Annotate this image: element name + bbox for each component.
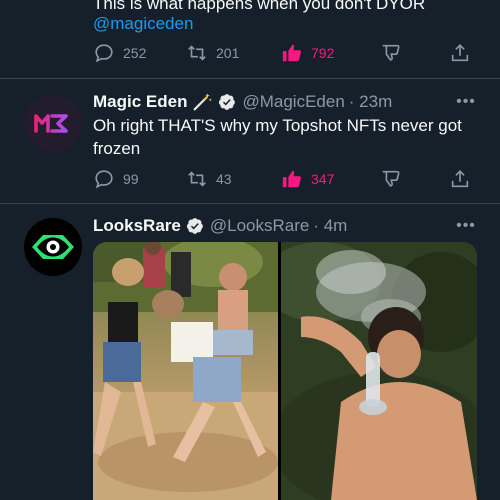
more-icon[interactable]: ••• (456, 92, 476, 112)
tweet-time[interactable]: · 23m (349, 92, 392, 112)
magiceden-tweet-actions: 99 43 347 (93, 166, 478, 192)
dislike-button[interactable] (380, 40, 402, 66)
looksrare-avatar[interactable] (24, 218, 82, 276)
author-name[interactable]: Magic Eden (93, 92, 187, 112)
reply-button[interactable]: 252 (93, 40, 146, 66)
reply-count: 252 (123, 45, 147, 61)
like-count: 792 (311, 45, 335, 61)
author-handle[interactable]: @LooksRare (210, 216, 309, 236)
tweet-time[interactable]: · 4m (313, 216, 347, 236)
share-button[interactable] (449, 166, 471, 192)
tweet-media[interactable] (93, 242, 477, 500)
tweet-divider (0, 78, 500, 79)
retweet-button[interactable]: 201 (186, 40, 239, 66)
author-handle[interactable]: @MagicEden (242, 92, 344, 112)
retweet-icon (188, 45, 206, 61)
tweet-divider (0, 203, 500, 204)
retweet-icon (188, 171, 206, 187)
reply-button[interactable]: 99 (93, 166, 139, 192)
dislike-icon (382, 44, 400, 61)
wand-icon (194, 93, 213, 111)
share-button[interactable] (449, 40, 471, 66)
magiceden-avatar[interactable] (24, 94, 82, 152)
media-photo-left[interactable] (93, 242, 278, 500)
dislike-icon (382, 170, 400, 187)
author-name[interactable]: LooksRare (93, 216, 181, 236)
like-icon (282, 170, 301, 188)
magiceden-tweet-text: Oh right THAT'S why my Topshot NFTs neve… (93, 116, 462, 158)
reply-icon (95, 44, 113, 63)
share-icon (451, 44, 469, 62)
retweet-count: 43 (216, 171, 232, 187)
magiceden-logo-icon (24, 94, 82, 152)
dislike-button[interactable] (380, 166, 402, 192)
fight-photo-illustration (93, 242, 278, 500)
reply-icon (95, 170, 113, 189)
looksrare-logo-icon (24, 218, 82, 276)
verified-icon (219, 94, 236, 110)
reply-count: 99 (123, 171, 139, 187)
share-icon (451, 170, 469, 188)
like-icon (282, 44, 301, 62)
more-icon[interactable]: ••• (456, 216, 476, 236)
media-photo-right[interactable] (261, 242, 477, 500)
smoke-photo-illustration (261, 242, 477, 500)
magiceden-tweet-header: Magic Eden @MagicEden · 23m (93, 90, 392, 114)
prev-tweet-mention-link[interactable]: @magiceden (93, 12, 193, 35)
looksrare-tweet-header: LooksRare @LooksRare · 4m (93, 214, 347, 238)
retweet-count: 201 (216, 45, 240, 61)
prev-tweet-actions: 252 201 792 (93, 40, 478, 66)
like-button[interactable]: 347 (281, 166, 334, 192)
like-button[interactable]: 792 (281, 40, 334, 66)
like-count: 347 (311, 171, 335, 187)
verified-icon (186, 218, 203, 234)
retweet-button[interactable]: 43 (186, 166, 232, 192)
